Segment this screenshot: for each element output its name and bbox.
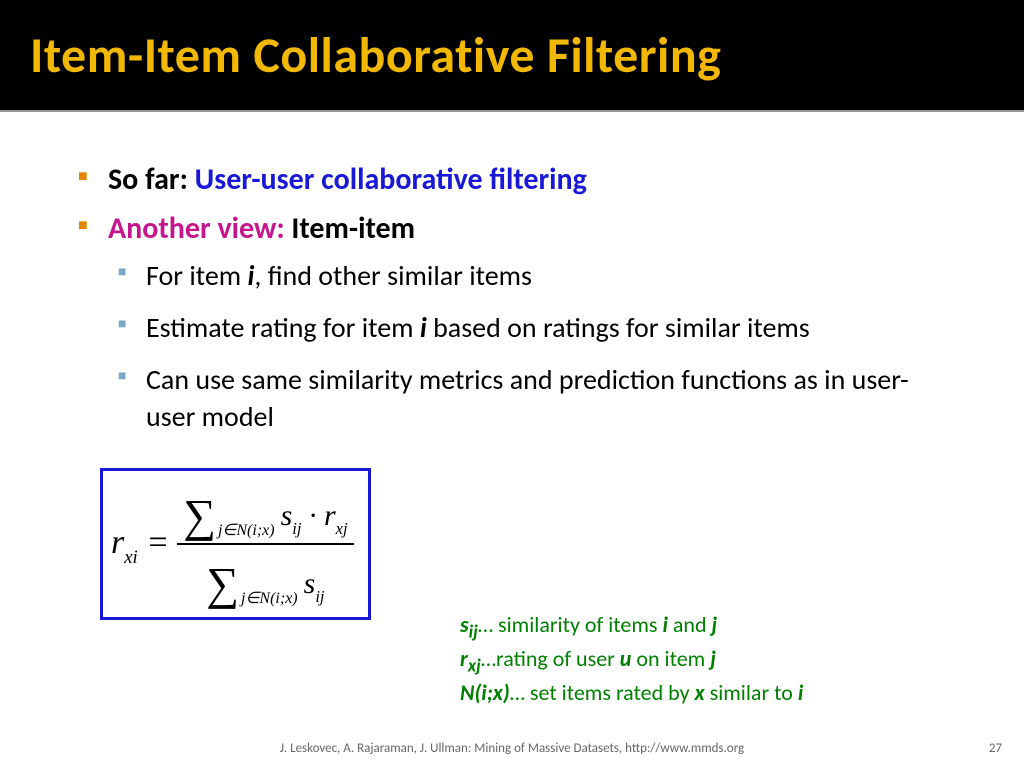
bullet-list: So far: User-user collaborative filterin… <box>70 160 954 436</box>
sofar-value: User-user collaborative filtering <box>195 161 587 198</box>
num-terms: sij · rxj <box>281 496 348 538</box>
numerator: ∑ j∈N(i;x) sij · rxj <box>177 479 353 541</box>
subbullet-3: Can use same similarity metrics and pred… <box>70 361 954 437</box>
subbullet-1: For item i, find other similar items <box>70 257 954 295</box>
s: s <box>281 499 293 532</box>
l3-x: x <box>695 679 705 706</box>
slide: Item-Item Collaborative Filtering So far… <box>0 0 1024 768</box>
lhs-r: r <box>111 524 124 561</box>
formula-lhs: rxi = <box>111 520 177 568</box>
sumsub-num: j∈N(i;x) <box>218 520 275 542</box>
sumsub-den: j∈N(i;x) <box>241 588 298 610</box>
eq: = <box>138 524 169 561</box>
l1-c: and <box>668 611 712 638</box>
r: r <box>324 499 336 532</box>
sub2-a: Estimate rating for item <box>146 310 420 345</box>
l2-u: u <box>620 645 632 672</box>
content-area: So far: User-user collaborative filterin… <box>0 112 1024 620</box>
formula-box: rxi = ∑ j∈N(i;x) sij · rxj ∑ j∈N(i;x) <box>100 468 371 620</box>
s-den: s <box>304 567 316 600</box>
l2-sub: xj <box>468 655 481 677</box>
l1-j: j <box>712 611 718 638</box>
another-label: Another view: <box>108 210 291 247</box>
l1-a: s <box>460 611 469 638</box>
page-number: 27 <box>989 741 1002 756</box>
footer-citation: J. Leskovec, A. Rajaraman, J. Ullman: Mi… <box>0 741 1024 756</box>
r-sub: xj <box>336 519 348 538</box>
sigma-num: ∑ <box>183 485 216 547</box>
bullet-another: Another view: Item-item <box>70 209 954 250</box>
sub1-b: , find other similar items <box>254 258 532 293</box>
l1-sub: ij <box>469 620 478 642</box>
lhs-sub: xi <box>124 547 138 568</box>
sigma-den: ∑ <box>206 553 239 615</box>
title-bar: Item-Item Collaborative Filtering <box>0 0 1024 110</box>
sub2-i: i <box>420 310 427 345</box>
den-terms: sij <box>304 564 325 606</box>
s-den-sub: ij <box>315 587 324 606</box>
l2-c: on item <box>631 645 710 672</box>
dot: · <box>301 499 324 532</box>
fraction: ∑ j∈N(i;x) sij · rxj ∑ j∈N(i;x) sij <box>177 479 353 609</box>
l3-c: similar to <box>705 679 798 706</box>
l2-j: j <box>710 645 716 672</box>
l2-b: …rating of user <box>481 645 620 672</box>
legend: sij… similarity of items i and j rxj…rat… <box>460 610 803 708</box>
subbullet-2: Estimate rating for item i based on rati… <box>70 309 954 347</box>
sub1-a: For item <box>146 258 247 293</box>
another-value: Item-item <box>291 210 415 247</box>
legend-line-3: N(i;x)… set items rated by x similar to … <box>460 678 803 708</box>
slide-title: Item-Item Collaborative Filtering <box>30 25 721 86</box>
formula: rxi = ∑ j∈N(i;x) sij · rxj ∑ j∈N(i;x) <box>111 479 354 609</box>
sub2-b: based on ratings for similar items <box>427 310 810 345</box>
s-sub: ij <box>292 519 301 538</box>
l2-a: r <box>460 645 468 672</box>
legend-line-1: sij… similarity of items i and j <box>460 610 803 644</box>
l3-a: N(i;x) <box>460 679 510 706</box>
sofar-label: So far: <box>108 161 195 198</box>
l1-b: … similarity of items <box>478 611 663 638</box>
l3-b: … set items rated by <box>510 679 695 706</box>
bullet-sofar: So far: User-user collaborative filterin… <box>70 160 954 201</box>
legend-line-2: rxj…rating of user u on item j <box>460 644 803 678</box>
l3-i: i <box>798 679 803 706</box>
denominator: ∑ j∈N(i;x) sij <box>200 547 330 609</box>
